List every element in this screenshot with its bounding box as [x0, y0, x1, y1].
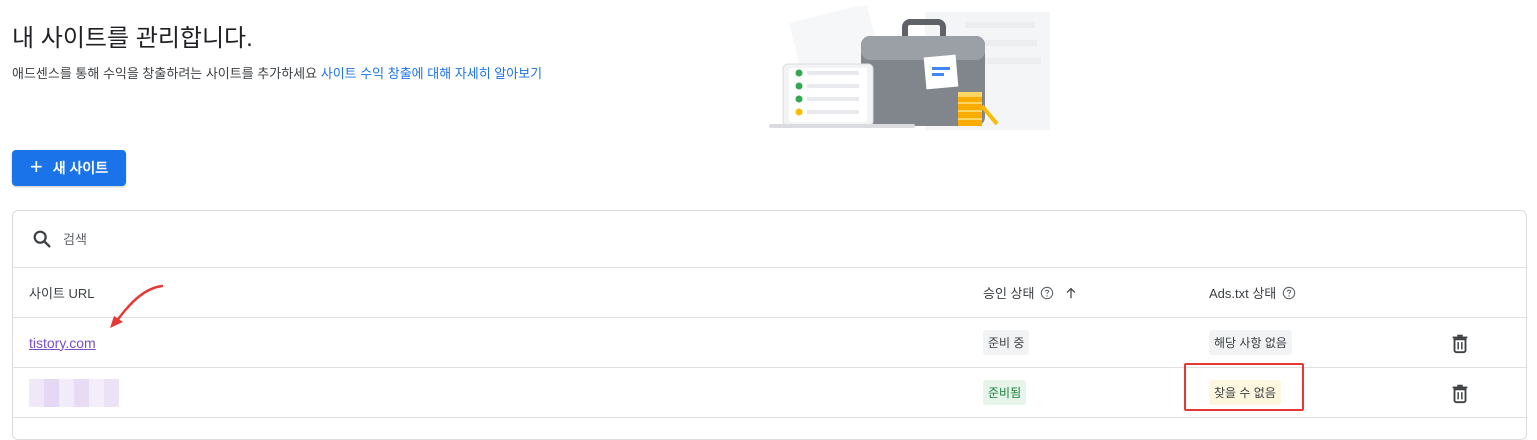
- column-header-ads-txt: Ads.txt 상태: [1209, 268, 1296, 317]
- help-icon[interactable]: [1282, 286, 1296, 300]
- annotation-arrow-icon: [110, 284, 164, 328]
- plus-icon: +: [29, 154, 43, 179]
- column-header-approval-label: 승인 상태: [983, 286, 1035, 301]
- redacted-site-url[interactable]: [29, 378, 119, 407]
- column-header-url-label: 사이트 URL: [29, 286, 95, 301]
- help-icon[interactable]: [1040, 286, 1054, 300]
- row-actions: [1449, 368, 1471, 417]
- sort-ascending-icon[interactable]: [1064, 286, 1078, 300]
- ads-txt-status-badge: 해당 사항 없음: [1209, 330, 1292, 355]
- search-bar: [13, 211, 1526, 268]
- delete-icon[interactable]: [1449, 332, 1471, 354]
- subtitle-text: 애드센스를 통해 수익을 창출하려는 사이트를 추가하세요: [12, 66, 318, 81]
- column-header-url: 사이트 URL: [29, 268, 95, 317]
- page-title: 내 사이트를 관리합니다.: [12, 25, 253, 52]
- table-header: 사이트 URL 승인 상태 Ads.txt 상태: [13, 268, 1526, 318]
- delete-icon[interactable]: [1449, 382, 1471, 404]
- column-header-approval[interactable]: 승인 상태: [983, 268, 1078, 317]
- table-row: tistory.com 준비 중 해당 사항 없음: [13, 318, 1526, 368]
- learn-more-link[interactable]: 사이트 수익 창출에 대해 자세히 알아보기: [321, 66, 542, 81]
- new-site-label: 새 사이트: [52, 160, 109, 176]
- row-actions: [1449, 318, 1471, 367]
- sites-illustration: [769, 6, 1050, 130]
- search-input[interactable]: [61, 230, 465, 248]
- column-header-ads-txt-label: Ads.txt 상태: [1209, 286, 1277, 301]
- site-url-cell: tistory.com: [29, 318, 96, 367]
- search-icon: [33, 230, 51, 248]
- approval-status-badge: 준비됨: [983, 380, 1027, 405]
- annotation-highlight-box: [1184, 363, 1304, 411]
- approval-status-cell: 준비 중: [983, 318, 1030, 367]
- site-url-cell: [29, 368, 119, 417]
- approval-status-badge: 준비 중: [983, 330, 1030, 355]
- ads-txt-status-cell: 해당 사항 없음: [1209, 318, 1292, 367]
- approval-status-cell: 준비됨: [983, 368, 1027, 417]
- page-subtitle: 애드센스를 통해 수익을 창출하려는 사이트를 추가하세요 사이트 수익 창출에…: [12, 63, 542, 82]
- site-url-link[interactable]: tistory.com: [29, 335, 96, 351]
- new-site-button[interactable]: + 새 사이트: [12, 150, 126, 186]
